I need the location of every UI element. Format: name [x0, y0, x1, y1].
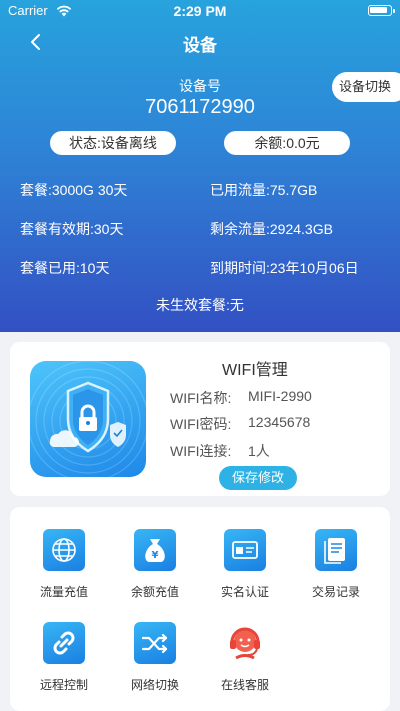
- device-number: 7061172990: [145, 96, 255, 118]
- balance-badge: 余额:0.0元: [224, 131, 350, 155]
- wifi-name-value: MIFI-2990: [248, 388, 312, 404]
- wifi-connections-value: 1人: [248, 443, 270, 459]
- wifi-management-card: WIFI管理 WIFI名称: MIFI-2990 WIFI密码: 1234567…: [10, 342, 390, 496]
- shield-lock-icon: [30, 361, 146, 477]
- battery-icon: [368, 5, 395, 16]
- menu-label: 在线客服: [220, 678, 269, 692]
- wifi-connections-label: WIFI连接:: [170, 443, 232, 459]
- menu-label: 实名认证: [220, 585, 269, 599]
- function-menu: 流量充值 ¥ 余额充值 实名认证 交易记录 远程控制 网络切换 在线客服: [10, 507, 390, 711]
- menu-label: 远程控制: [39, 678, 88, 692]
- used-days-info: 套餐已用:10天: [20, 260, 110, 276]
- link-icon: [43, 622, 85, 664]
- wifi-name-row: WIFI名称: MIFI-2990: [170, 388, 312, 408]
- wifi-password-value: 12345678: [248, 414, 311, 430]
- menu-label: 交易记录: [311, 585, 360, 599]
- validity-info: 套餐有效期:30天: [20, 221, 124, 237]
- wifi-name-label: WIFI名称:: [170, 390, 232, 406]
- device-status-badge: 状态:设备离线: [50, 131, 176, 155]
- wifi-password-label: WIFI密码:: [170, 416, 232, 432]
- page-title: 设备: [183, 36, 217, 55]
- globe-icon: [43, 529, 85, 571]
- svg-text:¥: ¥: [152, 550, 159, 561]
- save-changes-button[interactable]: 保存修改: [219, 466, 297, 490]
- wifi-card-title: WIFI管理: [222, 362, 288, 379]
- headset-icon: [224, 622, 266, 664]
- pending-plan-info: 未生效套餐:无: [156, 297, 244, 313]
- used-traffic-info: 已用流量:75.7GB: [210, 182, 318, 198]
- wifi-connections-row: WIFI连接: 1人: [170, 441, 270, 461]
- device-header: Carrier 2:29 PM 设备 设备切换 设备号 7061172990 状…: [0, 0, 400, 332]
- id-card-icon: [224, 529, 266, 571]
- device-number-label: 设备号: [179, 78, 221, 94]
- wifi-password-row: WIFI密码: 12345678: [170, 414, 310, 434]
- status-bar: Carrier 2:29 PM: [0, 0, 400, 22]
- plan-info: 套餐:3000G 30天: [20, 182, 128, 198]
- expire-time-info: 到期时间:23年10月06日: [210, 260, 359, 276]
- clock: 2:29 PM: [173, 3, 227, 19]
- document-icon: [315, 529, 357, 571]
- menu-label: 网络切换: [130, 678, 179, 692]
- shuffle-icon: [134, 622, 176, 664]
- menu-label: 流量充值: [39, 585, 88, 599]
- money-bag-icon: ¥: [134, 529, 176, 571]
- menu-label: 余额充值: [130, 585, 179, 599]
- remaining-traffic-info: 剩余流量:2924.3GB: [210, 221, 333, 237]
